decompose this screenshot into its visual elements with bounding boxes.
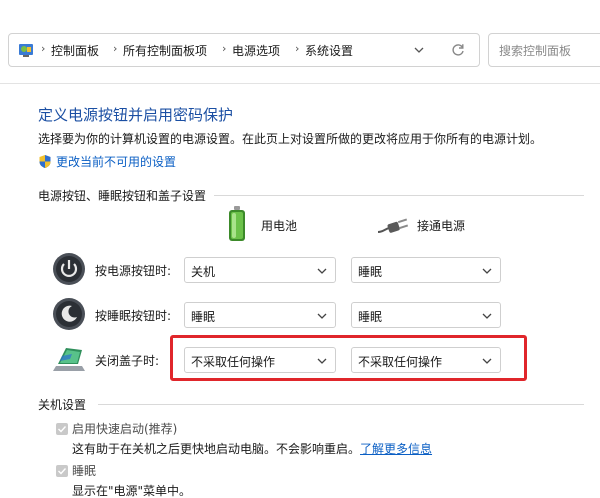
address-bar[interactable]: › 控制面板 › 所有控制面板项 › 电源选项 › 系统设置 bbox=[8, 33, 480, 67]
chevron-right-icon: › bbox=[41, 42, 46, 55]
search-input[interactable]: 搜索控制面板 bbox=[488, 33, 600, 67]
sleep-button-plugged-select[interactable]: 睡眠 bbox=[351, 302, 501, 328]
breadcrumb-all-items[interactable]: 所有控制面板项 bbox=[123, 42, 207, 59]
power-button-plugged-select[interactable]: 睡眠 bbox=[351, 257, 501, 283]
chevron-down-icon[interactable] bbox=[412, 43, 426, 57]
sleep-option-label: 睡眠 bbox=[72, 464, 97, 478]
fast-startup-label: 启用快速启动(推荐) bbox=[72, 422, 178, 436]
power-plug-icon bbox=[377, 218, 409, 233]
select-value: 睡眠 bbox=[358, 310, 383, 324]
row-lid-close-label: 关闭盖子时: bbox=[95, 354, 160, 368]
battery-icon bbox=[229, 206, 245, 241]
change-settings-label: 更改当前不可用的设置 bbox=[56, 155, 177, 169]
fast-startup-hint: 这有助于在关机之后更快地启动电脑。不会影响重启。了解更多信息 bbox=[72, 440, 432, 457]
col-plugged-label: 接通电源 bbox=[417, 219, 466, 233]
power-button-icon bbox=[53, 253, 85, 285]
group-divider bbox=[98, 404, 584, 405]
chevron-right-icon: › bbox=[113, 42, 118, 55]
shield-icon bbox=[39, 155, 51, 168]
page-title: 定义电源按钮并启用密码保护 bbox=[38, 106, 234, 124]
breadcrumb-system-settings[interactable]: 系统设置 bbox=[305, 42, 353, 59]
col-battery-label: 用电池 bbox=[261, 219, 298, 233]
sleep-checkbox[interactable] bbox=[56, 465, 68, 477]
highlight-box bbox=[170, 335, 527, 381]
shutdown-group-label: 关机设置 bbox=[38, 398, 87, 412]
chevron-down-icon bbox=[482, 268, 492, 274]
chevron-down-icon bbox=[317, 268, 327, 274]
row-sleep-button-label: 按睡眠按钮时: bbox=[95, 309, 172, 323]
sleep-button-battery-select[interactable]: 睡眠 bbox=[184, 302, 336, 328]
power-group-label: 电源按钮、睡眠按钮和盖子设置 bbox=[38, 189, 207, 203]
search-placeholder: 搜索控制面板 bbox=[499, 44, 572, 58]
sleep-option-hint: 显示在"电源"菜单中。 bbox=[72, 484, 192, 498]
select-value: 关机 bbox=[191, 265, 216, 279]
address-bar-area: › 控制面板 › 所有控制面板项 › 电源选项 › 系统设置 搜索控制面板 bbox=[0, 0, 600, 84]
select-value: 睡眠 bbox=[358, 265, 383, 279]
control-panel-icon bbox=[19, 44, 33, 57]
group-divider bbox=[214, 195, 584, 196]
refresh-icon[interactable] bbox=[449, 41, 467, 59]
chevron-down-icon bbox=[317, 313, 327, 319]
chevron-right-icon: › bbox=[295, 42, 300, 55]
fast-startup-checkbox[interactable] bbox=[56, 423, 68, 435]
learn-more-link[interactable]: 了解更多信息 bbox=[360, 442, 432, 456]
chevron-down-icon bbox=[482, 313, 492, 319]
fast-startup-hint-text: 这有助于在关机之后更快地启动电脑。不会影响重启。 bbox=[72, 442, 361, 456]
laptop-lid-icon bbox=[53, 348, 85, 371]
row-power-button-label: 按电源按钮时: bbox=[95, 264, 172, 278]
power-button-battery-select[interactable]: 关机 bbox=[184, 257, 336, 283]
page-description: 选择要为你的计算机设置的电源设置。在此页上对设置所做的更改将应用于你所有的电源计… bbox=[38, 132, 543, 146]
checkmark-icon bbox=[58, 468, 67, 475]
checkmark-icon bbox=[58, 426, 67, 433]
breadcrumb-power-options[interactable]: 电源选项 bbox=[232, 42, 280, 59]
breadcrumb-control-panel[interactable]: 控制面板 bbox=[51, 42, 99, 59]
select-value: 睡眠 bbox=[191, 310, 216, 324]
sleep-button-icon bbox=[53, 298, 85, 330]
chevron-right-icon: › bbox=[222, 42, 227, 55]
change-settings-link[interactable]: 更改当前不可用的设置 bbox=[38, 153, 176, 170]
